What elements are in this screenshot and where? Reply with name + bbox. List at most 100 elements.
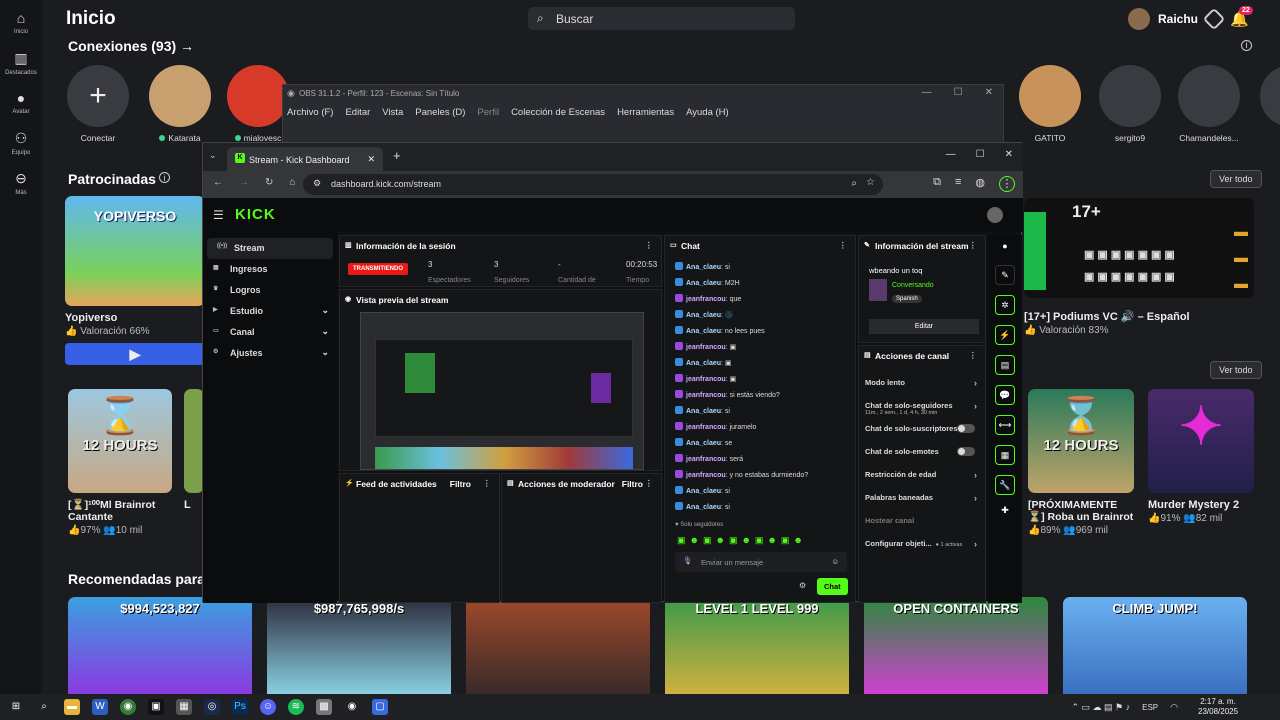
chat-username[interactable]: Ana_claeu bbox=[686, 360, 721, 367]
filter-button[interactable]: Filtro bbox=[622, 479, 643, 489]
chat-message[interactable]: jeanfrancou: y no estabas durmiendo? bbox=[675, 470, 850, 486]
chat-username[interactable]: jeanfrancou bbox=[686, 344, 726, 351]
chat-message[interactable]: Ana_claeu: 🌑 bbox=[675, 310, 850, 326]
stream-category[interactable]: Conversando bbox=[892, 282, 934, 289]
friend-item[interactable]: GATITO bbox=[1019, 65, 1081, 143]
kebab-icon[interactable]: ⋮ bbox=[969, 350, 978, 361]
tab-title[interactable]: Stream - Kick Dashboard bbox=[249, 155, 350, 165]
sidebar-item-canal[interactable]: ▭ Canal ⌄ bbox=[203, 322, 337, 343]
minimize-icon[interactable]: — bbox=[922, 87, 932, 98]
recommended-game-card[interactable]: CLIMB JUMP! bbox=[1063, 597, 1247, 694]
obs-menu-item[interactable]: Herramientas bbox=[617, 107, 674, 118]
channel-action-item[interactable]: Restricción de edad › bbox=[865, 470, 985, 493]
game-title[interactable]: Murder Mystery 2 bbox=[1148, 499, 1254, 511]
zoom-icon[interactable]: ⌕ bbox=[851, 178, 857, 189]
sponsored-card[interactable]: 17+ ▣▣▣▣▣▣▣ ▣▣▣▣▣▣▣ ▬ ▬ ▬ [17+] Podiums VC … bbox=[1024, 198, 1254, 336]
chat-message[interactable]: Ana_claeu: ▣ bbox=[675, 358, 850, 374]
obs-menu-item[interactable]: Paneles (D) bbox=[415, 107, 465, 118]
steam-icon[interactable]: ◎ bbox=[204, 699, 220, 715]
home-icon[interactable]: ⌂ bbox=[289, 177, 295, 188]
tab-search-icon[interactable]: ⌄ bbox=[209, 150, 217, 161]
chat-message[interactable]: Ana_claeu: si bbox=[675, 486, 850, 502]
avatar[interactable] bbox=[1128, 8, 1150, 30]
chat-username[interactable]: jeanfrancou bbox=[686, 392, 726, 399]
game-thumbnail[interactable]: ⌛ 12 HOURS bbox=[68, 389, 172, 493]
nav-item[interactable]: ⌂ Inicio bbox=[0, 0, 42, 40]
clipboard-tool-icon[interactable]: ▤ bbox=[995, 355, 1015, 375]
browser-tab[interactable]: K Stream - Kick Dashboard ✕ bbox=[227, 147, 383, 171]
chat-username[interactable]: Ana_claeu bbox=[686, 264, 721, 271]
friend-item[interactable]: sergito9 bbox=[1099, 65, 1161, 143]
spotify-icon[interactable]: ≋ bbox=[288, 699, 304, 715]
chat-message[interactable]: jeanfrancou: será bbox=[675, 454, 850, 470]
username[interactable]: Raichu bbox=[1158, 12, 1198, 26]
channel-action-item[interactable]: Chat de solo-emotes bbox=[865, 447, 985, 470]
kebab-icon[interactable]: ⋮ bbox=[839, 240, 848, 251]
friend-name[interactable]: sergito9 bbox=[1115, 133, 1145, 143]
nav-item[interactable]: ⚇ Equipo bbox=[0, 120, 42, 160]
chat-message[interactable]: Ana_claeu: si bbox=[675, 406, 850, 422]
menu-kebab-icon[interactable]: ⋮ bbox=[999, 176, 1015, 192]
network-icon[interactable]: ◠ bbox=[1170, 702, 1178, 713]
game-card[interactable]: ⌛ 12 HOURS [⏳]¹⁰⁰Ml Brainrot Cantante 👍9… bbox=[68, 389, 172, 536]
channel-action-item[interactable]: Chat de solo-suscriptores bbox=[865, 424, 985, 447]
channel-action-item[interactable]: Modo lento › bbox=[865, 378, 985, 401]
site-info-icon[interactable]: ⚙ bbox=[313, 178, 321, 189]
capcut-icon[interactable]: ▣ bbox=[148, 699, 164, 715]
app-icon[interactable]: ▢ bbox=[372, 699, 388, 715]
avatar[interactable] bbox=[1099, 65, 1161, 127]
obs-icon[interactable]: ◉ bbox=[344, 699, 360, 715]
robux-icon[interactable] bbox=[1202, 7, 1226, 31]
sponsored-card[interactable]: YOPIVERSO Yopiverso 👍 Valoración 66% ▶ bbox=[65, 196, 205, 365]
bolt-tool-icon[interactable]: ⚡ bbox=[995, 325, 1015, 345]
windows-start-icon[interactable]: ⊞ bbox=[8, 699, 24, 715]
edit-button[interactable]: Editar bbox=[869, 319, 979, 334]
channel-action-item[interactable]: Chat de solo-seguidores 11m., 2 sem., 1 d… bbox=[865, 401, 985, 424]
chat-input[interactable]: 🎙 Enviar un mensaje ☺ bbox=[675, 552, 847, 572]
edit-tool-icon[interactable]: ✎ bbox=[995, 265, 1015, 285]
game-card[interactable]: L bbox=[184, 389, 204, 511]
chat-message[interactable]: Ana_claeu: M2H bbox=[675, 278, 850, 294]
avatar[interactable] bbox=[1260, 65, 1280, 127]
address-bar[interactable]: ⚙ dashboard.kick.com/stream ⌕ ☆ bbox=[303, 174, 883, 195]
search-input[interactable]: ⌕ Buscar bbox=[528, 7, 795, 30]
chat-username[interactable]: jeanfrancou bbox=[686, 296, 726, 303]
obs-menu-item[interactable]: Ayuda (H) bbox=[686, 107, 729, 118]
link-tool-icon[interactable]: ⟷ bbox=[995, 415, 1015, 435]
chat-settings-icon[interactable]: ⚙ bbox=[799, 581, 806, 590]
see-all-button[interactable]: Ver todo bbox=[1210, 170, 1262, 188]
kick-logo[interactable]: KICK bbox=[235, 206, 276, 223]
wrench-tool-icon[interactable]: 🔧 bbox=[995, 475, 1015, 495]
raid-tool-icon[interactable]: ✲ bbox=[995, 295, 1015, 315]
chat-username[interactable]: Ana_claeu bbox=[686, 408, 721, 415]
game-thumbnail[interactable]: ✦ bbox=[1148, 389, 1254, 493]
chrome-icon[interactable]: ◉ bbox=[120, 699, 136, 715]
maximize-icon[interactable]: ☐ bbox=[976, 149, 985, 160]
info-icon[interactable]: ● bbox=[988, 241, 1022, 251]
info-icon[interactable]: i bbox=[1241, 40, 1252, 51]
back-icon[interactable]: ← bbox=[213, 177, 223, 188]
stream-preview[interactable] bbox=[360, 312, 644, 470]
hamburger-icon[interactable]: ☰ bbox=[213, 208, 224, 222]
add-widget-icon[interactable]: ✚ bbox=[988, 505, 1022, 516]
friend-name[interactable]: Katarata bbox=[168, 133, 200, 143]
reload-icon[interactable]: ↻ bbox=[265, 177, 273, 188]
obs-menu-item[interactable]: Archivo (F) bbox=[287, 107, 333, 118]
game-card[interactable]: ⌛ 12 HOURS [PRÓXIMAMENTE ⏳] Roba un Brai… bbox=[1028, 389, 1134, 536]
avatar[interactable] bbox=[1178, 65, 1240, 127]
chat-username[interactable]: Ana_claeu bbox=[686, 328, 721, 335]
minimize-icon[interactable]: — bbox=[946, 149, 956, 160]
friend-item[interactable]: F bbox=[1260, 65, 1280, 143]
chat-username[interactable]: jeanfrancou bbox=[686, 376, 726, 383]
photoshop-icon[interactable]: Ps bbox=[232, 699, 248, 715]
obs-menu-item[interactable]: Colección de Escenas bbox=[511, 107, 605, 118]
recommended-game-card[interactable]: LEVEL 1 LEVEL 999 bbox=[665, 597, 849, 694]
sidebar-item-stream[interactable]: ((•)) Stream bbox=[207, 238, 333, 259]
close-icon[interactable]: ✕ bbox=[1005, 149, 1013, 160]
word-icon[interactable]: W bbox=[92, 699, 108, 715]
friend-name[interactable]: Conectar bbox=[81, 133, 116, 143]
game-thumbnail[interactable]: 17+ ▣▣▣▣▣▣▣ ▣▣▣▣▣▣▣ ▬ ▬ ▬ bbox=[1024, 198, 1254, 298]
game-thumbnail[interactable]: ⌛ 12 HOURS bbox=[1028, 389, 1134, 493]
chat-username[interactable]: Ana_claeu bbox=[686, 312, 721, 319]
friend-item[interactable]: + Conectar bbox=[67, 65, 129, 143]
